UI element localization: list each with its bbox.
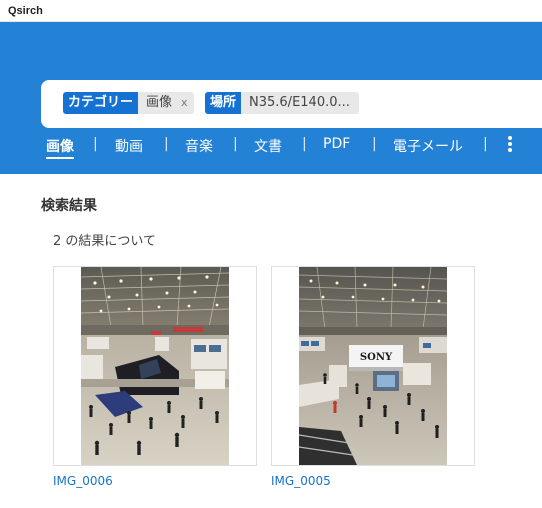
filter-value-text: 画像 xyxy=(146,95,173,110)
photo-thumbnail[interactable]: SONY xyxy=(299,267,447,465)
photo-sign-sony: SONY xyxy=(360,352,393,363)
tab-images[interactable]: 画像 xyxy=(46,136,74,159)
tab-pdf[interactable]: PDF xyxy=(323,136,350,152)
filter-value-text: N35.6/E140.0... xyxy=(249,95,350,110)
results-count: 2 の結果について xyxy=(53,234,157,249)
filter-key-location: 場所 xyxy=(205,92,242,114)
filter-chip-location[interactable]: 場所 N35.6/E140.0... x xyxy=(205,92,360,114)
tab-separator: | xyxy=(233,136,238,152)
tab-documents[interactable]: 文書 xyxy=(254,136,282,156)
window-title: Qsirch xyxy=(0,0,542,22)
header-bar: カテゴリー 画像 x 場所 N35.6/E140.0... x 画像 | 動画 … xyxy=(0,22,542,174)
tab-music[interactable]: 音楽 xyxy=(185,136,213,156)
result-card[interactable] xyxy=(53,266,257,466)
tab-email[interactable]: 電子メール xyxy=(393,136,463,156)
search-box[interactable]: カテゴリー 画像 x 場所 N35.6/E140.0... x xyxy=(41,80,542,128)
tab-separator: | xyxy=(164,136,169,152)
remove-filter-icon[interactable]: x xyxy=(181,92,188,114)
result-card[interactable]: SONY xyxy=(271,266,475,466)
tab-separator: | xyxy=(302,136,307,152)
tab-separator: | xyxy=(93,136,98,152)
filter-key-category: カテゴリー xyxy=(63,92,139,114)
category-tabs: 画像 | 動画 | 音楽 | 文書 | PDF | 電子メール | xyxy=(0,130,542,160)
filter-value-category: 画像 x xyxy=(138,92,194,114)
filter-chip-category[interactable]: カテゴリー 画像 x xyxy=(63,92,194,114)
tab-separator: | xyxy=(483,136,488,152)
photo-thumbnail[interactable] xyxy=(81,267,229,465)
filter-value-location: N35.6/E140.0... x xyxy=(241,92,360,114)
result-name-link[interactable]: IMG_0005 xyxy=(271,474,331,488)
tab-videos[interactable]: 動画 xyxy=(115,136,143,156)
tab-separator: | xyxy=(372,136,377,152)
result-name-link[interactable]: IMG_0006 xyxy=(53,474,113,488)
more-options-icon[interactable] xyxy=(506,136,514,154)
results-heading: 検索結果 xyxy=(41,198,97,214)
